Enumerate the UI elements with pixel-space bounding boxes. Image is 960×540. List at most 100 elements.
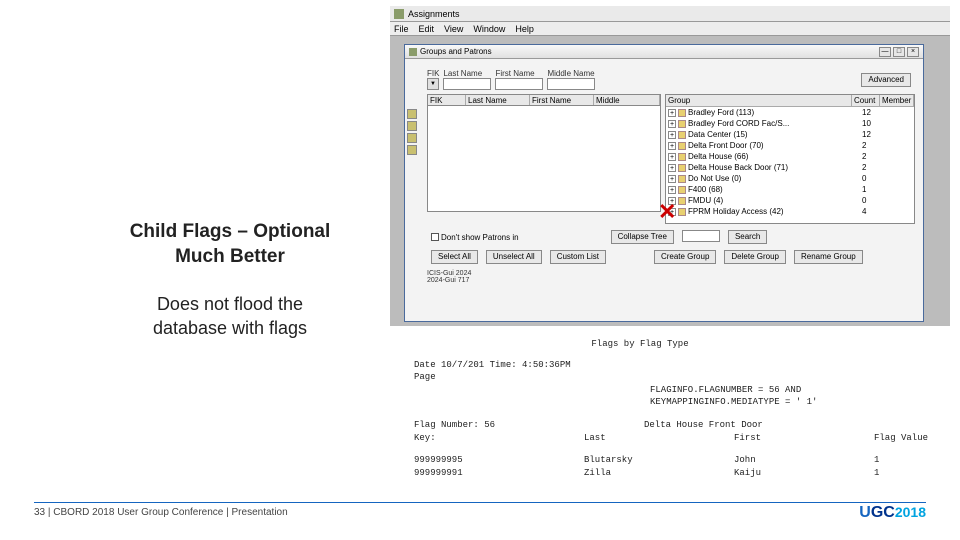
app-titlebar: Assignments [390, 6, 950, 22]
tree-row[interactable]: +Delta House (66)2 [666, 151, 914, 162]
cell-flagvalue: 1 [874, 467, 879, 480]
expand-icon[interactable]: + [668, 131, 676, 139]
lastname-input[interactable] [443, 78, 491, 90]
expand-icon[interactable]: + [668, 109, 676, 117]
cell-last: Blutarsky [584, 454, 734, 467]
tree-row[interactable]: + Data Center (15) 12 [666, 129, 914, 140]
expand-icon[interactable]: + [668, 153, 676, 161]
folder-icon [678, 109, 686, 117]
group-count: 12 [862, 107, 912, 118]
folder-icon [678, 131, 686, 139]
middlename-input[interactable] [547, 78, 595, 90]
menu-window[interactable]: Window [473, 24, 505, 34]
tree-row[interactable]: + Delta Front Door (70) 2 [666, 140, 914, 151]
tree-row[interactable]: + F400 (68) 1 [666, 184, 914, 195]
unselect-all-button[interactable]: Unselect All [486, 250, 542, 264]
group-count: 2 [862, 162, 912, 173]
folder-icon [678, 142, 686, 150]
icis-label-2: 2024-Gui 717 [427, 277, 469, 284]
groups-patrons-window: Groups and Patrons — □ × FIK▼ Last Name … [404, 44, 924, 322]
group-name: Data Center (15) [688, 129, 748, 140]
group-count: 12 [862, 129, 912, 140]
folder-icon [678, 175, 686, 183]
tree-row[interactable]: +FPRM Holiday Access (42)4 [666, 206, 914, 217]
tool-icon-4[interactable] [407, 145, 417, 155]
tree-col-count[interactable]: Count [852, 95, 880, 106]
label-middlename: Middle Name [547, 69, 595, 78]
report-row: 999999991ZillaKaiju1 [390, 467, 950, 480]
col-first: First [734, 432, 874, 445]
menubar: File Edit View Window Help [390, 22, 950, 36]
cell-flagvalue: 1 [874, 454, 879, 467]
expand-icon[interactable]: + [668, 175, 676, 183]
cell-key: 999999991 [414, 467, 584, 480]
expand-icon[interactable]: + [668, 186, 676, 194]
label-fik: FIK [427, 69, 439, 78]
delete-group-button[interactable]: Delete Group [724, 250, 786, 264]
minimize-button[interactable]: — [879, 47, 891, 57]
tree-row[interactable]: +Bradley Ford CORD Fac/S...10 [666, 118, 914, 129]
col-middle[interactable]: Middle [594, 95, 660, 105]
collapse-tree-button[interactable]: Collapse Tree [611, 230, 674, 244]
footer-text: CBORD 2018 User Group Conference | Prese… [53, 507, 287, 518]
group-tree[interactable]: +Bradley Ford (113)12+Bradley Ford CORD … [666, 107, 914, 217]
report-row: 999999995BlutarskyJohn1 [390, 454, 950, 467]
app-title: Assignments [408, 9, 460, 19]
group-count: 1 [862, 184, 912, 195]
app-icon [394, 9, 404, 19]
tree-col-group[interactable]: Group [666, 95, 852, 106]
create-group-button[interactable]: Create Group [654, 250, 716, 264]
group-count: 4 [862, 206, 912, 217]
patrons-table-body: ✕ [427, 106, 661, 212]
report-title: Flags by Flag Type [591, 339, 688, 349]
tree-row[interactable]: +Bradley Ford (113)12 [666, 107, 914, 118]
dont-show-checkbox[interactable] [431, 233, 439, 241]
group-count: 2 [862, 140, 912, 151]
advanced-button[interactable]: Advanced [861, 73, 911, 87]
expand-icon[interactable]: + [668, 120, 676, 128]
tree-row[interactable]: +FMDU (4)0 [666, 195, 914, 206]
tool-icon-3[interactable] [407, 133, 417, 143]
fik-dropdown[interactable]: ▼ [427, 78, 439, 90]
close-button[interactable]: × [907, 47, 919, 57]
col-lastname[interactable]: Last Name [466, 95, 530, 105]
expand-icon[interactable]: + [668, 142, 676, 150]
col-firstname[interactable]: First Name [530, 95, 594, 105]
folder-icon [678, 120, 686, 128]
page-number: 33 [34, 507, 45, 518]
rename-group-button[interactable]: Rename Group [794, 250, 863, 264]
expand-icon[interactable]: + [668, 164, 676, 172]
tool-icon-2[interactable] [407, 121, 417, 131]
folder-icon [678, 164, 686, 172]
tree-row[interactable]: + Do Not Use (0) 0 [666, 173, 914, 184]
firstname-input[interactable] [495, 78, 543, 90]
tree-row[interactable]: +Delta House Back Door (71)2 [666, 162, 914, 173]
flag-number-label: Flag Number: 56 [414, 419, 644, 432]
search-button[interactable]: Search [728, 230, 767, 244]
select-all-button[interactable]: Select All [431, 250, 478, 264]
menu-help[interactable]: Help [515, 24, 534, 34]
custom-list-button[interactable]: Custom List [550, 250, 606, 264]
col-fik[interactable]: FIK [428, 95, 466, 105]
tool-icon-1[interactable] [407, 109, 417, 119]
group-count: 2 [862, 151, 912, 162]
maximize-button[interactable]: □ [893, 47, 905, 57]
cell-first: John [734, 454, 874, 467]
menu-view[interactable]: View [444, 24, 463, 34]
col-flagvalue: Flag Value [874, 432, 928, 445]
group-name: FPRM Holiday Access (42) [688, 206, 784, 217]
delete-x-icon[interactable]: ✕ [658, 199, 680, 221]
col-key: Key: [414, 432, 584, 445]
app-window: Assignments File Edit View Window Help G… [390, 6, 950, 326]
label-lastname: Last Name [443, 69, 491, 78]
group-count: 0 [862, 173, 912, 184]
group-name: Delta Front Door (70) [688, 140, 764, 151]
tree-col-member[interactable]: Member [880, 95, 914, 106]
tree-search-input[interactable] [682, 230, 720, 242]
menu-edit[interactable]: Edit [419, 24, 435, 34]
menu-file[interactable]: File [394, 24, 409, 34]
group-name: F400 (68) [688, 184, 723, 195]
group-name: Bradley Ford CORD Fac/S... [688, 118, 789, 129]
inner-window-title: Groups and Patrons [420, 47, 492, 56]
group-name: Do Not Use (0) [688, 173, 741, 184]
